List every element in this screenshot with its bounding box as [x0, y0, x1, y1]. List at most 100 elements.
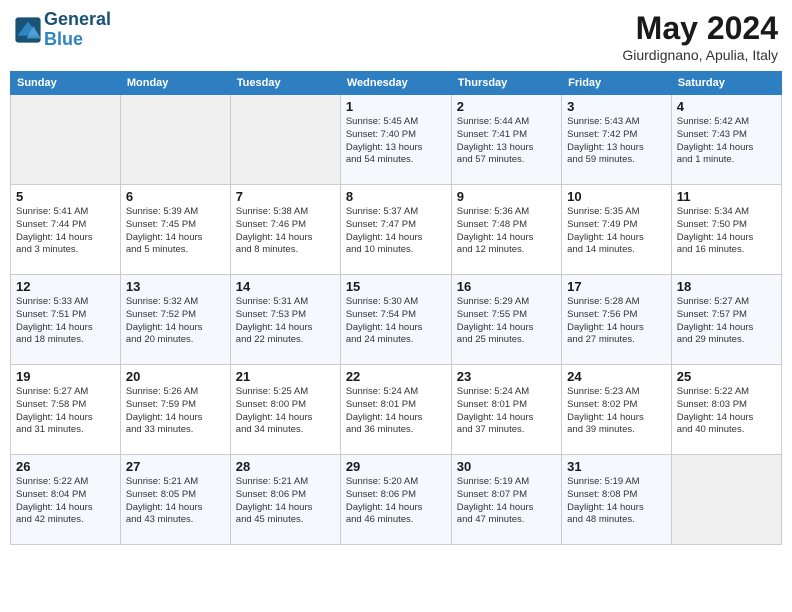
- day-info: Sunrise: 5:30 AM Sunset: 7:54 PM Dayligh…: [346, 296, 446, 347]
- day-number: 25: [677, 369, 776, 384]
- day-info: Sunrise: 5:23 AM Sunset: 8:02 PM Dayligh…: [567, 386, 666, 437]
- day-number: 11: [677, 189, 776, 204]
- week-row-3: 12 Sunrise: 5:33 AM Sunset: 7:51 PM Dayli…: [11, 275, 782, 365]
- day-number: 7: [236, 189, 335, 204]
- calendar-cell: 12 Sunrise: 5:33 AM Sunset: 7:51 PM Dayli…: [11, 275, 121, 365]
- calendar-cell: 11 Sunrise: 5:34 AM Sunset: 7:50 PM Dayli…: [671, 185, 781, 275]
- day-number: 4: [677, 99, 776, 114]
- calendar-cell: 2 Sunrise: 5:44 AM Sunset: 7:41 PM Daylig…: [451, 95, 561, 185]
- day-number: 26: [16, 459, 115, 474]
- day-number: 15: [346, 279, 446, 294]
- calendar-body: 1 Sunrise: 5:45 AM Sunset: 7:40 PM Daylig…: [11, 95, 782, 545]
- day-info: Sunrise: 5:42 AM Sunset: 7:43 PM Dayligh…: [677, 116, 776, 167]
- day-info: Sunrise: 5:19 AM Sunset: 8:07 PM Dayligh…: [457, 476, 556, 527]
- calendar-cell: 5 Sunrise: 5:41 AM Sunset: 7:44 PM Daylig…: [11, 185, 121, 275]
- calendar-cell: [120, 95, 230, 185]
- calendar-cell: 9Sunrise: 5:36 AM Sunset: 7:48 PM Daylig…: [451, 185, 561, 275]
- day-info: Sunrise: 5:24 AM Sunset: 8:01 PM Dayligh…: [457, 386, 556, 437]
- day-info: Sunrise: 5:24 AM Sunset: 8:01 PM Dayligh…: [346, 386, 446, 437]
- calendar-cell: [11, 95, 121, 185]
- calendar-cell: 7 Sunrise: 5:38 AM Sunset: 7:46 PM Daylig…: [230, 185, 340, 275]
- day-number: 1: [346, 99, 446, 114]
- day-info: Sunrise: 5:32 AM Sunset: 7:52 PM Dayligh…: [126, 296, 225, 347]
- day-number: 9: [457, 189, 556, 204]
- calendar-cell: 25 Sunrise: 5:22 AM Sunset: 8:03 PM Dayli…: [671, 365, 781, 455]
- calendar-cell: 10Sunrise: 5:35 AM Sunset: 7:49 PM Dayli…: [562, 185, 672, 275]
- day-info: Sunrise: 5:20 AM Sunset: 8:06 PM Dayligh…: [346, 476, 446, 527]
- month-title: May 2024: [622, 10, 778, 47]
- day-info: Sunrise: 5:41 AM Sunset: 7:44 PM Dayligh…: [16, 206, 115, 257]
- day-info: Sunrise: 5:31 AM Sunset: 7:53 PM Dayligh…: [236, 296, 335, 347]
- calendar-cell: 17Sunrise: 5:28 AM Sunset: 7:56 PM Dayli…: [562, 275, 672, 365]
- calendar-header-row: SundayMondayTuesdayWednesdayThursdayFrid…: [11, 72, 782, 95]
- column-header-friday: Friday: [562, 72, 672, 95]
- week-row-1: 1 Sunrise: 5:45 AM Sunset: 7:40 PM Daylig…: [11, 95, 782, 185]
- day-info: Sunrise: 5:19 AM Sunset: 8:08 PM Dayligh…: [567, 476, 666, 527]
- day-info: Sunrise: 5:25 AM Sunset: 8:00 PM Dayligh…: [236, 386, 335, 437]
- calendar-cell: 20Sunrise: 5:26 AM Sunset: 7:59 PM Dayli…: [120, 365, 230, 455]
- calendar-cell: 27 Sunrise: 5:21 AM Sunset: 8:05 PM Dayli…: [120, 455, 230, 545]
- calendar-cell: 8Sunrise: 5:37 AM Sunset: 7:47 PM Daylig…: [340, 185, 451, 275]
- day-info: Sunrise: 5:45 AM Sunset: 7:40 PM Dayligh…: [346, 116, 446, 167]
- logo: General Blue: [14, 10, 111, 50]
- column-header-monday: Monday: [120, 72, 230, 95]
- day-number: 23: [457, 369, 556, 384]
- day-number: 12: [16, 279, 115, 294]
- column-header-thursday: Thursday: [451, 72, 561, 95]
- calendar-cell: [230, 95, 340, 185]
- day-info: Sunrise: 5:39 AM Sunset: 7:45 PM Dayligh…: [126, 206, 225, 257]
- day-info: Sunrise: 5:34 AM Sunset: 7:50 PM Dayligh…: [677, 206, 776, 257]
- day-number: 29: [346, 459, 446, 474]
- day-number: 5: [16, 189, 115, 204]
- day-number: 6: [126, 189, 225, 204]
- day-info: Sunrise: 5:22 AM Sunset: 8:04 PM Dayligh…: [16, 476, 115, 527]
- day-number: 22: [346, 369, 446, 384]
- day-number: 8: [346, 189, 446, 204]
- calendar-cell: 15 Sunrise: 5:30 AM Sunset: 7:54 PM Dayli…: [340, 275, 451, 365]
- day-number: 2: [457, 99, 556, 114]
- calendar-cell: 4 Sunrise: 5:42 AM Sunset: 7:43 PM Daylig…: [671, 95, 781, 185]
- day-info: Sunrise: 5:38 AM Sunset: 7:46 PM Dayligh…: [236, 206, 335, 257]
- week-row-2: 5 Sunrise: 5:41 AM Sunset: 7:44 PM Daylig…: [11, 185, 782, 275]
- calendar-table: SundayMondayTuesdayWednesdayThursdayFrid…: [10, 71, 782, 545]
- day-number: 24: [567, 369, 666, 384]
- day-number: 21: [236, 369, 335, 384]
- week-row-5: 26 Sunrise: 5:22 AM Sunset: 8:04 PM Dayli…: [11, 455, 782, 545]
- calendar-cell: 26 Sunrise: 5:22 AM Sunset: 8:04 PM Dayli…: [11, 455, 121, 545]
- day-info: Sunrise: 5:26 AM Sunset: 7:59 PM Dayligh…: [126, 386, 225, 437]
- day-number: 19: [16, 369, 115, 384]
- calendar-cell: 23 Sunrise: 5:24 AM Sunset: 8:01 PM Dayli…: [451, 365, 561, 455]
- calendar-cell: 21 Sunrise: 5:25 AM Sunset: 8:00 PM Dayli…: [230, 365, 340, 455]
- day-number: 31: [567, 459, 666, 474]
- column-header-wednesday: Wednesday: [340, 72, 451, 95]
- location-subtitle: Giurdignano, Apulia, Italy: [622, 47, 778, 63]
- calendar-cell: 18Sunrise: 5:27 AM Sunset: 7:57 PM Dayli…: [671, 275, 781, 365]
- calendar-cell: 14 Sunrise: 5:31 AM Sunset: 7:53 PM Dayli…: [230, 275, 340, 365]
- calendar-cell: 6 Sunrise: 5:39 AM Sunset: 7:45 PM Daylig…: [120, 185, 230, 275]
- column-header-tuesday: Tuesday: [230, 72, 340, 95]
- day-info: Sunrise: 5:29 AM Sunset: 7:55 PM Dayligh…: [457, 296, 556, 347]
- day-info: Sunrise: 5:21 AM Sunset: 8:05 PM Dayligh…: [126, 476, 225, 527]
- day-info: Sunrise: 5:33 AM Sunset: 7:51 PM Dayligh…: [16, 296, 115, 347]
- day-number: 3: [567, 99, 666, 114]
- day-number: 30: [457, 459, 556, 474]
- day-info: Sunrise: 5:43 AM Sunset: 7:42 PM Dayligh…: [567, 116, 666, 167]
- calendar-cell: 28Sunrise: 5:21 AM Sunset: 8:06 PM Dayli…: [230, 455, 340, 545]
- calendar-cell: 22 Sunrise: 5:24 AM Sunset: 8:01 PM Dayli…: [340, 365, 451, 455]
- calendar-cell: 3 Sunrise: 5:43 AM Sunset: 7:42 PM Daylig…: [562, 95, 672, 185]
- calendar-cell: 13 Sunrise: 5:32 AM Sunset: 7:52 PM Dayli…: [120, 275, 230, 365]
- day-number: 28: [236, 459, 335, 474]
- day-number: 27: [126, 459, 225, 474]
- day-number: 13: [126, 279, 225, 294]
- day-info: Sunrise: 5:27 AM Sunset: 7:57 PM Dayligh…: [677, 296, 776, 347]
- title-block: May 2024 Giurdignano, Apulia, Italy: [622, 10, 778, 63]
- calendar-cell: 30 Sunrise: 5:19 AM Sunset: 8:07 PM Dayli…: [451, 455, 561, 545]
- column-header-saturday: Saturday: [671, 72, 781, 95]
- day-info: Sunrise: 5:27 AM Sunset: 7:58 PM Dayligh…: [16, 386, 115, 437]
- day-info: Sunrise: 5:44 AM Sunset: 7:41 PM Dayligh…: [457, 116, 556, 167]
- day-info: Sunrise: 5:22 AM Sunset: 8:03 PM Dayligh…: [677, 386, 776, 437]
- calendar-cell: [671, 455, 781, 545]
- calendar-cell: 19 Sunrise: 5:27 AM Sunset: 7:58 PM Dayli…: [11, 365, 121, 455]
- day-number: 14: [236, 279, 335, 294]
- day-info: Sunrise: 5:28 AM Sunset: 7:56 PM Dayligh…: [567, 296, 666, 347]
